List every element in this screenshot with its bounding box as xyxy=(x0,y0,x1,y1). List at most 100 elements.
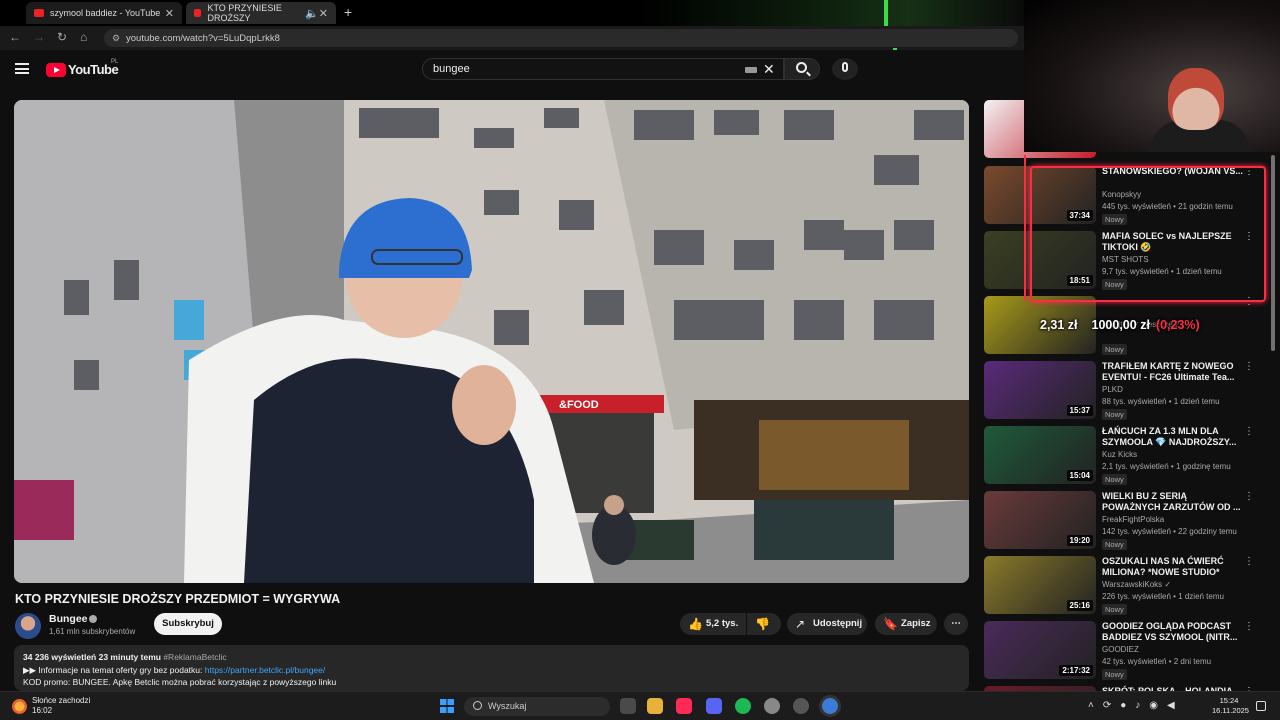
browser-tab-active[interactable]: KTO PRZYNIESIE DROŻSZY 🔈 ✕ xyxy=(186,2,336,24)
highlight-frame xyxy=(1030,166,1266,302)
donation-goal-overlay: 2,31 zł 1000,00 zł (0,23%) xyxy=(1040,318,1200,332)
recommendation-views: 142 tys. wyświetleń • 22 godziny temu xyxy=(1102,527,1237,536)
clock[interactable]: 15:24 16.11.2025 xyxy=(1212,696,1249,716)
system-tray[interactable]: ˄⟳●♪◉◀ xyxy=(1088,700,1184,711)
close-tab-icon[interactable]: ✕ xyxy=(319,7,328,20)
mic-tray-icon[interactable]: ♪ xyxy=(1135,700,1149,711)
more-actions-button[interactable]: ⋯ xyxy=(944,613,968,635)
video-thumbnail[interactable]: 15:04 xyxy=(984,426,1096,484)
clock-date: 16.11.2025 xyxy=(1212,706,1249,715)
back-icon[interactable]: ← xyxy=(9,30,21,44)
more-options-icon[interactable]: ⋮ xyxy=(1244,556,1254,567)
forward-icon[interactable]: → xyxy=(33,30,45,44)
chevron-up-icon[interactable]: ˄ xyxy=(1088,700,1103,711)
keyboard-icon[interactable] xyxy=(745,67,757,73)
voice-search-button[interactable] xyxy=(832,58,858,80)
wifi-icon[interactable]: ◉ xyxy=(1149,700,1167,711)
thumbs-up-icon: 👍 xyxy=(688,617,703,631)
new-badge: Nowy xyxy=(1102,669,1127,680)
hashtag[interactable]: #ReklamaBetclic xyxy=(163,652,226,662)
sync-icon[interactable]: ⟳ xyxy=(1103,700,1120,711)
video-thumbnail[interactable]: 19:20 xyxy=(984,491,1096,549)
recommendation-item[interactable]: 19:20 WIELKI BU Z SERIĄ POWAŻNYCH ZARZUTÓ… xyxy=(984,491,1270,550)
tiktok-icon[interactable] xyxy=(676,698,692,714)
save-button[interactable]: 🔖 Zapisz xyxy=(875,613,937,635)
recommendation-item[interactable]: 25:16 OSZUKALI NAS NA ĆWIERĆ MILIONA? *NO… xyxy=(984,556,1270,615)
task-view-icon[interactable] xyxy=(620,698,636,714)
recommendation-item[interactable]: 2:17:32 GOODIEZ OGLĄDA PODCAST BADDIEZ VS… xyxy=(984,621,1270,680)
recommendation-views: 42 tys. wyświetleń • 2 dni temu xyxy=(1102,657,1212,666)
recommendation-channel[interactable]: PLKD xyxy=(1102,385,1123,394)
channel-avatar[interactable] xyxy=(15,613,41,639)
more-options-icon[interactable]: ⋮ xyxy=(1244,621,1254,632)
new-tab-button[interactable]: + xyxy=(344,4,352,20)
recommendation-title[interactable]: OSZUKALI NAS NA ĆWIERĆ MILIONA? *NOWE ST… xyxy=(1102,556,1246,578)
volume-icon[interactable]: ◀ xyxy=(1167,700,1184,711)
spotify-icon[interactable] xyxy=(735,698,751,714)
close-tab-icon[interactable]: ✕ xyxy=(165,7,174,20)
record-icon[interactable]: ● xyxy=(1120,700,1135,711)
site-info-icon[interactable]: ⚙ xyxy=(112,33,120,44)
chrome-icon[interactable] xyxy=(822,698,838,714)
description-text: ▶▶ Informacje na temat oferty gry bez po… xyxy=(23,664,205,675)
country-code: PL xyxy=(111,59,119,65)
recommendation-channel[interactable]: FreakFightPolska xyxy=(1102,515,1164,524)
recommendation-title[interactable]: GOODIEZ OGLĄDA PODCAST BADDIEZ VS SZYMOO… xyxy=(1102,621,1246,643)
description-box[interactable]: 34 236 wyświetleń 23 minuty temu #Reklam… xyxy=(14,645,969,691)
weather-sun-icon[interactable] xyxy=(12,699,27,714)
video-thumbnail[interactable]: 25:16 xyxy=(984,556,1096,614)
like-button[interactable]: 👍 5,2 tys. xyxy=(680,613,746,635)
browser-tab[interactable]: szymool baddiez - YouTube ✕ xyxy=(26,2,182,24)
video-duration: 15:04 xyxy=(1066,470,1093,481)
url-field[interactable]: ⚙ youtube.com/watch?v=5LuDqpLrkk8 xyxy=(104,29,1018,47)
recommendation-views: 88 tys. wyświetleń • 1 dzień temu xyxy=(1102,397,1220,406)
recommendation-channel[interactable]: WarszawskiKoks ✓ xyxy=(1102,580,1171,589)
weather-time: 16:02 xyxy=(32,706,53,715)
windows-start-icon[interactable] xyxy=(440,699,454,713)
recommendation-channel[interactable]: GOODIEZ xyxy=(1102,645,1139,654)
search-button[interactable] xyxy=(784,58,820,80)
search-input[interactable] xyxy=(433,63,733,75)
settings-icon[interactable] xyxy=(764,698,780,714)
webcam-overlay xyxy=(1024,0,1280,152)
url-text: youtube.com/watch?v=5LuDqpLrkk8 xyxy=(126,33,280,44)
sidebar-scrollbar[interactable] xyxy=(1271,155,1275,351)
streamer-face xyxy=(1168,68,1224,130)
recommendation-channel[interactable]: Kuz Kicks xyxy=(1102,450,1137,459)
channel-name[interactable]: Bungee xyxy=(49,613,88,625)
recommendation-item[interactable]: 15:04 ŁAŃCUCH ZA 1.3 MLN DLA SZYMOOLA 💎 N… xyxy=(984,426,1270,485)
weather-title: Słońce zachodzi xyxy=(32,696,91,705)
steam-icon[interactable] xyxy=(793,698,809,714)
weather-widget[interactable]: Słońce zachodzi 16:02 xyxy=(32,696,90,716)
file-explorer-icon[interactable] xyxy=(647,698,663,714)
audio-icon[interactable]: 🔈 xyxy=(305,7,319,20)
microphone-icon xyxy=(842,62,848,72)
notifications-icon[interactable] xyxy=(1256,701,1266,711)
subscribe-button[interactable]: Subskrybuj xyxy=(154,613,222,635)
home-icon[interactable]: ⌂ xyxy=(80,30,87,44)
more-options-icon[interactable]: ⋮ xyxy=(1244,361,1254,372)
search-icon xyxy=(473,701,482,710)
more-options-icon[interactable]: ⋮ xyxy=(1244,491,1254,502)
video-player[interactable]: &FOOD xyxy=(14,100,969,583)
video-thumbnail[interactable]: 15:37 xyxy=(984,361,1096,419)
more-options-icon[interactable]: ⋮ xyxy=(1244,426,1254,437)
browser-background xyxy=(640,0,1024,26)
reload-icon[interactable]: ↻ xyxy=(57,30,67,44)
recommendation-item[interactable]: 15:37 TRAFIŁEM KARTĘ Z NOWEGO EVENTU! - F… xyxy=(984,361,1270,420)
recommendation-title[interactable]: ŁAŃCUCH ZA 1.3 MLN DLA SZYMOOLA 💎 NAJDRO… xyxy=(1102,426,1246,448)
youtube-logo-icon[interactable] xyxy=(46,63,66,77)
clock-time: 15:24 xyxy=(1219,696,1239,705)
recommendation-title[interactable]: WIELKI BU Z SERIĄ POWAŻNYCH ZARZUTÓW OD … xyxy=(1102,491,1246,513)
taskbar-search[interactable]: Wyszukaj xyxy=(464,697,610,716)
description-link[interactable]: https://partner.betclic.pl/bungee/ xyxy=(205,665,326,675)
recommendation-title[interactable]: TRAFIŁEM KARTĘ Z NOWEGO EVENTU! - FC26 U… xyxy=(1102,361,1246,383)
video-duration: 19:20 xyxy=(1066,535,1093,546)
hamburger-menu-icon[interactable] xyxy=(15,63,29,74)
video-thumbnail[interactable]: 2:17:32 xyxy=(984,621,1096,679)
dislike-button[interactable]: 👎 xyxy=(747,613,781,635)
search-box[interactable]: ✕ xyxy=(422,58,784,80)
share-button[interactable]: ↗ Udostępnij xyxy=(787,613,867,635)
discord-icon[interactable] xyxy=(706,698,722,714)
clear-search-icon[interactable]: ✕ xyxy=(763,61,775,78)
